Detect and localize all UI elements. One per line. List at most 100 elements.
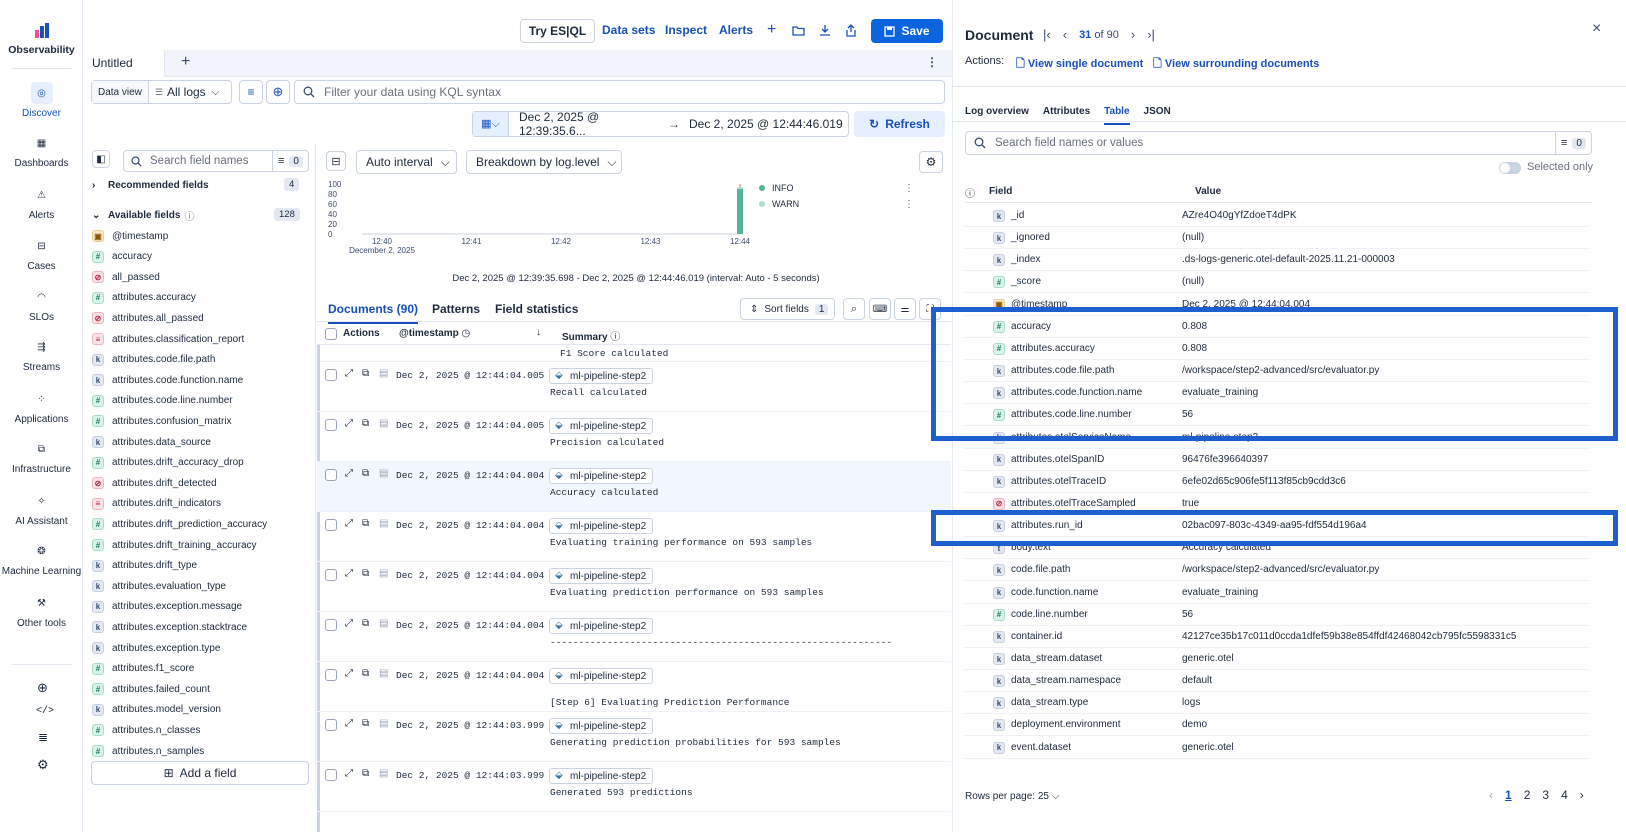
row-checkbox[interactable] — [325, 519, 337, 531]
field-list-item[interactable]: k attributes.exception.stacktrace — [92, 617, 247, 637]
last-page-icon[interactable]: ›| — [1147, 27, 1155, 42]
copy-icon[interactable]: ⧉ — [362, 468, 369, 479]
plus-circle-icon[interactable]: ⊕ — [37, 680, 48, 696]
copy-icon[interactable]: ⧉ — [362, 618, 369, 629]
field-value-row[interactable]: k data_stream.namespace default — [964, 670, 1590, 693]
field-list-item[interactable]: ⊘ all_passed — [92, 267, 160, 287]
service-badge[interactable]: ⬙ ml-pipeline-step2 — [549, 368, 654, 384]
date-start[interactable]: Dec 2, 2025 @ 12:39:35.6... — [509, 110, 659, 138]
field-list-item[interactable]: # attributes.drift_prediction_accuracy — [92, 514, 267, 534]
field-value-row[interactable]: k data_stream.type logs — [964, 692, 1590, 715]
next-page-icon[interactable]: › — [1131, 27, 1135, 42]
field-value-row[interactable]: # code.line.number 56 — [964, 604, 1590, 626]
table-row[interactable]: ⤢ ⧉ ▤ Dec 2, 2025 @ 12:44:03.999 ⬙ ml-pipelin… — [317, 762, 951, 812]
field-value-row[interactable]: k attributes.otelTraceID 6efe02d65c906fe5f… — [964, 471, 1590, 493]
copy-icon[interactable]: ⧉ — [362, 768, 369, 779]
add-filter-icon[interactable]: ⊕ — [266, 80, 290, 104]
expand-icon[interactable]: ⤢ — [345, 468, 353, 479]
doc-icon[interactable]: ▤ — [379, 668, 388, 679]
nav-item-streams[interactable]: ⇶ Streams — [0, 336, 83, 374]
field-list-item[interactable]: # attributes.failed_count — [92, 679, 210, 699]
service-badge[interactable]: ⬙ ml-pipeline-step2 — [549, 418, 654, 434]
field-list-item[interactable]: # attributes.drift_training_accuracy — [92, 535, 257, 555]
rows-per-page-select[interactable]: Rows per page: 25 ⌵ — [965, 791, 1059, 802]
field-list-item[interactable]: k attributes.drift_type — [92, 556, 197, 576]
table-row[interactable]: ⤢ ⧉ ▤ Dec 2, 2025 @ 12:44:04.004 ⬙ ml-pipelin… — [317, 512, 951, 562]
search-icon[interactable]: ⌕ — [843, 298, 865, 320]
data-sets-link[interactable]: Data sets — [602, 18, 655, 42]
selected-only-toggle[interactable] — [1499, 162, 1521, 174]
save-button[interactable]: Save — [871, 19, 943, 43]
field-value-row[interactable]: k container.id 42127ce35b17c011d0ccda1dfef… — [964, 626, 1590, 648]
field-list-item[interactable]: ▣ @timestamp — [92, 226, 168, 246]
prev-page-icon[interactable]: ‹ — [1063, 27, 1067, 42]
first-page-icon[interactable]: |‹ — [1043, 27, 1051, 42]
service-badge[interactable]: ⬙ ml-pipeline-step2 — [549, 718, 654, 734]
doc-icon[interactable]: ▤ — [379, 418, 388, 429]
tab-patterns[interactable]: Patterns — [432, 302, 480, 316]
date-picker[interactable]: ▦⌵ Dec 2, 2025 @ 12:39:35.6... → Dec 2, … — [472, 110, 849, 138]
col-timestamp[interactable]: @timestamp ◷ — [399, 328, 470, 339]
legend-options-icon[interactable]: ⋮ — [904, 199, 914, 210]
field-list-item[interactable]: # attributes.code.line.number — [92, 391, 233, 411]
expand-icon[interactable]: ⤢ — [345, 518, 353, 529]
brand[interactable]: Observability — [0, 22, 83, 56]
field-list-item[interactable]: # attributes.confusion_matrix — [92, 411, 232, 431]
table-row[interactable]: ⤢ ⧉ ▤ Dec 2, 2025 @ 12:44:04.004 ⬙ ml-pipelin… — [317, 562, 951, 612]
tab-untitled[interactable]: Untitled — [84, 50, 165, 77]
field-list-item[interactable]: ⊘ attributes.drift_detected — [92, 473, 217, 493]
nav-item-discover[interactable]: ◎ Discover — [0, 82, 83, 119]
view-surrounding-documents-link[interactable]: 🗋 View surrounding documents — [1153, 55, 1319, 74]
field-list-item[interactable]: ≡ attributes.drift_indicators — [92, 494, 221, 514]
field-value-row[interactable]: k event.dataset generic.otel — [964, 737, 1590, 759]
doc-icon[interactable]: ▤ — [379, 618, 388, 629]
new-plus-icon[interactable]: + — [767, 18, 776, 42]
tab-options-icon[interactable]: ⋮ — [926, 55, 938, 69]
expand-icon[interactable]: ⤢ — [345, 418, 353, 429]
prev-page-icon[interactable]: ‹ — [1489, 788, 1493, 802]
doc-icon[interactable]: ▤ — [379, 518, 388, 529]
flyout-tab-table[interactable]: Table — [1104, 106, 1130, 125]
field-value-row[interactable]: k code.file.path/workspace/step2-advanced… — [964, 559, 1590, 582]
doc-icon[interactable]: ▤ — [379, 768, 388, 779]
page-3[interactable]: 3 — [1542, 788, 1549, 802]
table-row[interactable]: ⤢ ⧉ ▤ Dec 2, 2025 @ 12:44:04.005 ⬙ ml-pipelin… — [317, 362, 951, 412]
alerts-link[interactable]: Alerts — [719, 18, 753, 42]
filter-icon[interactable]: ≡ — [1555, 132, 1572, 154]
nav-item-machine-learning[interactable]: ❂ Machine Learning — [0, 540, 83, 578]
field-list-item[interactable]: # attributes.f1_score — [92, 659, 194, 679]
add-field-button[interactable]: ⊞ Add a field — [91, 761, 309, 785]
available-fields-toggle[interactable]: ⌄ Available fields ⓘ — [92, 206, 304, 224]
nav-item-applications[interactable]: ⁘ Applications — [0, 388, 83, 426]
display-settings-icon[interactable]: ⚌ — [894, 298, 916, 320]
doc-icon[interactable]: ▤ — [379, 368, 388, 379]
field-value-row[interactable]: k code.function.name evaluate_training — [964, 582, 1590, 604]
row-checkbox[interactable] — [325, 619, 337, 631]
field-value-row[interactable]: k attributes.otelSpanID 96476fe396640397 — [964, 449, 1590, 471]
nav-item-alerts[interactable]: ⚠ Alerts — [0, 184, 83, 222]
service-badge[interactable]: ⬙ ml-pipeline-step2 — [549, 668, 654, 684]
nav-item-ai-assistant[interactable]: ✧ AI Assistant — [0, 490, 83, 528]
open-folder-icon[interactable] — [792, 18, 805, 42]
bar-warn[interactable] — [737, 187, 743, 190]
copy-icon[interactable]: ⧉ — [362, 368, 369, 379]
row-checkbox[interactable] — [325, 719, 337, 731]
expand-icon[interactable]: ⤢ — [345, 668, 353, 679]
field-list-item[interactable]: # attributes.accuracy — [92, 288, 196, 308]
nav-item-infrastructure[interactable]: ⧉ Infrastructure — [0, 438, 83, 476]
legend-options-icon[interactable]: ⋮ — [904, 183, 914, 194]
download-icon[interactable] — [819, 18, 831, 42]
breakdown-select[interactable]: Breakdown by log.level ⌵ — [466, 150, 622, 174]
date-end[interactable]: Dec 2, 2025 @ 12:44:46.019 — [689, 117, 843, 131]
field-value-row[interactable]: k data_stream.dataset generic.otel — [964, 648, 1590, 670]
sort-fields-button[interactable]: ⇕ Sort fields 1 — [740, 298, 835, 320]
field-list-item[interactable]: k attributes.evaluation_type — [92, 576, 226, 596]
field-value-row[interactable]: k deployment.environment demo — [964, 714, 1590, 737]
expand-icon[interactable]: ⤢ — [345, 368, 353, 379]
expand-icon[interactable]: ⤢ — [345, 568, 353, 579]
bar-info[interactable] — [737, 189, 743, 234]
field-value-search-input[interactable]: Search field names or values ≡ 0 — [965, 131, 1592, 155]
service-badge[interactable]: ⬙ ml-pipeline-step2 — [549, 468, 654, 484]
page-4[interactable]: 4 — [1561, 788, 1568, 802]
row-checkbox[interactable] — [325, 669, 337, 681]
